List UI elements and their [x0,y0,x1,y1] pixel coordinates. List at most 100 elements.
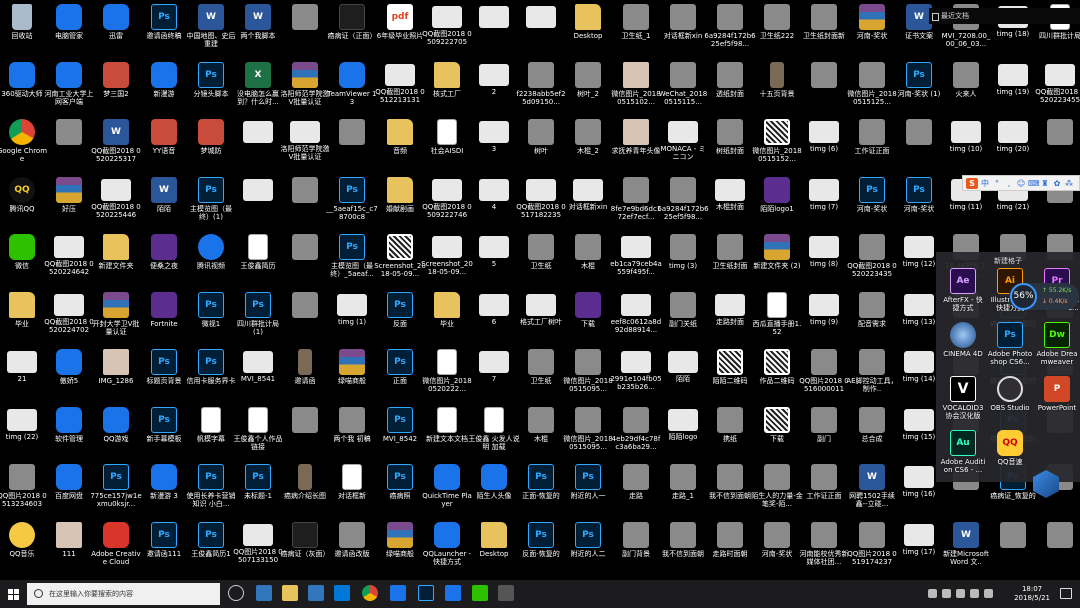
photoshop-icon[interactable] [418,585,434,601]
desktop-icon[interactable]: timg (17) [893,522,945,578]
desktop-icon[interactable]: 下载 [562,292,614,348]
desktop-icon[interactable]: 作品二维码 [751,349,803,405]
desktop-icon[interactable]: 6a9284f172b625ef5f98... [657,177,709,233]
desktop-icon[interactable]: 洛阳师范学院激V批量认证 [279,119,331,175]
desktop-icon[interactable]: 360驱动大师 [0,62,48,118]
desktop-icon[interactable]: Ps MVI_8542 [374,407,426,463]
desktop-icon[interactable]: 配音需求 [846,292,898,348]
desktop-icon[interactable]: 河南工业大学上网客户端 [43,62,95,118]
ime-item[interactable]: ♜ [1040,179,1050,188]
desktop-icon[interactable]: 西瓜直播手册1.52 [751,292,803,348]
desktop-icon[interactable]: Ps 未标题-1 [232,464,284,520]
desktop-icon[interactable]: 4eb29df4c78fc3a6ba29... [610,407,662,463]
desktop-icon[interactable]: 毕业 [0,292,48,348]
desktop-icon[interactable]: 新漫游 [138,62,190,118]
desktop-icon[interactable]: 携纸 [704,407,756,463]
network-icon[interactable] [956,589,965,598]
fence-app-shortcut[interactable]: Dw Adobe Dreamweaver C... [1034,322,1080,378]
desktop-icon[interactable]: 电脑管家 [43,4,95,60]
desktop-icon[interactable]: 回收站 [0,4,48,60]
desktop-icon[interactable]: Ps 反面 [374,292,426,348]
app-icon[interactable] [498,585,514,601]
fence-app-shortcut[interactable]: Au Adobe Audition CS6 - ... [940,430,986,486]
ime-item[interactable]: , [1004,179,1014,188]
desktop-icon[interactable] [987,522,1039,578]
desktop-icon[interactable]: 卫生纸封面 [704,234,756,290]
desktop-icon[interactable]: Ps 主模览图（最终）(1) [185,177,237,233]
desktop-icon[interactable]: 微信图片_20180520222... [421,349,473,405]
desktop-icon[interactable]: Ps 河南-奖状 [893,177,945,233]
desktop-icon[interactable] [1034,522,1080,578]
desktop-icon[interactable]: QQ截图2018 0520224702 [43,292,95,348]
desktop-icon[interactable]: 木棍封面 [704,177,756,233]
desktop-icon[interactable]: 树纸封面 [704,119,756,175]
desktop-icon[interactable]: timg (7) [798,177,850,233]
desktop-icon[interactable]: timg (10) [940,119,992,175]
desktop-icon[interactable]: timg (1) [326,292,378,348]
ime-item[interactable]: ⌨ [1028,179,1040,188]
store-icon[interactable] [308,585,324,601]
desktop-icon[interactable]: 树叶_2 [562,62,614,118]
ime-item[interactable]: ° [992,179,1002,188]
desktop-icon[interactable]: W 陌陌 [138,177,190,233]
desktop-icon[interactable]: 求抚养青年头像 [610,119,662,175]
desktop-icon[interactable]: Ps 信用卡服务界卡 [185,349,237,405]
desktop-icon[interactable]: 2991e104fb05b235b26... [610,349,662,405]
desktop-icon[interactable]: Adobe Creative Cloud [90,522,142,578]
desktop-icon[interactable]: QQ图片2018 0519174237 [846,522,898,578]
desktop-icon[interactable]: 梦城防 [185,119,237,175]
desktop-icon[interactable]: QQ截图2018 0520223435 [846,234,898,290]
desktop-icon[interactable]: 陌生人头像 [468,464,520,520]
desktop-icon[interactable]: QQ图片2018 0507133150 [232,522,284,578]
chrome-icon[interactable] [362,585,378,601]
desktop-icon[interactable]: 7 [468,349,520,405]
desktop-icon[interactable]: QQ截图2018 0509222705 [421,4,473,60]
desktop-icon[interactable] [893,119,945,175]
desktop-icon[interactable]: Ps 邀请函终稿 [138,4,190,60]
desktop-icon[interactable]: 软件管理 [43,407,95,463]
desktop-icon[interactable]: 透纸封面 [704,62,756,118]
desktop-icon[interactable]: Ps 775ce157jw1exmu0ksjr... [90,464,142,520]
desktop-icon[interactable]: Ps 分镜头脚本 [185,62,237,118]
desktop-icon[interactable]: 我不信到面朝 [704,464,756,520]
desktop-icon[interactable] [232,119,284,175]
desktop-icon[interactable]: MVI_8541 [232,349,284,405]
desktop-icon[interactable]: W 新建Microsoft Word 文.. [940,522,992,578]
desktop-icon[interactable]: timg (20) [987,119,1039,175]
desktop-icon[interactable] [279,292,331,348]
desktop-icon[interactable]: 走路时面朝 [704,522,756,578]
desktop-icon[interactable]: W 两个我脚本 [232,4,284,60]
desktop-icon[interactable] [232,177,284,233]
desktop-icon[interactable]: 绿喵商般 [326,349,378,405]
desktop-icon[interactable]: QQ音乐 [0,522,48,578]
desktop-icon[interactable]: 副门背景 [610,522,662,578]
desktop-icon[interactable] [515,4,567,60]
desktop-icon[interactable]: Ps 微视1 [185,292,237,348]
desktop-icon[interactable]: 工作证正面 [846,119,898,175]
desktop-icon[interactable]: IMG_1286 [90,349,142,405]
ime-item[interactable]: ⁂ [1064,179,1074,188]
ime-item[interactable]: 中 [980,178,990,189]
show-hidden-icon[interactable] [942,589,951,598]
desktop-icon[interactable]: Ps 反面-恢复的 [515,522,567,578]
desktop-icon[interactable]: 走路封面 [704,292,756,348]
desktop-icon[interactable]: 微信图片_20180515102... [610,62,662,118]
ime-item[interactable]: ✿ [1052,179,1062,188]
desktop-icon[interactable]: 8fe7e9bd6dc172ef7ecf... [610,177,662,233]
desktop-icon[interactable]: W 中国地图、史后重建 [185,4,237,60]
desktop-icon[interactable]: timg (6) [798,119,850,175]
desktop-icon[interactable]: 副门 [798,407,850,463]
fence-app-shortcut[interactable]: P PowerPoint [1034,376,1080,432]
desktop-icon[interactable]: timg (8) [798,234,850,290]
desktop-icon[interactable]: 梦三国2 [90,62,142,118]
desktop-icon[interactable]: 木棍 [562,234,614,290]
desktop-icon[interactable]: 2 [468,62,520,118]
desktop-icon[interactable]: Ps 正面 [374,349,426,405]
desktop-icon[interactable]: YY语音 [138,119,190,175]
desktop-icon[interactable] [798,62,850,118]
desktop-icon[interactable]: 下载 [751,407,803,463]
desktop-icon[interactable]: 两个我 初稿 [326,407,378,463]
desktop-icon[interactable]: 毕业 [421,292,473,348]
desktop-icon[interactable]: QQ 腾讯QQ [0,177,48,233]
desktop-icon[interactable]: pdf 6年级毕业照片 [374,4,426,60]
